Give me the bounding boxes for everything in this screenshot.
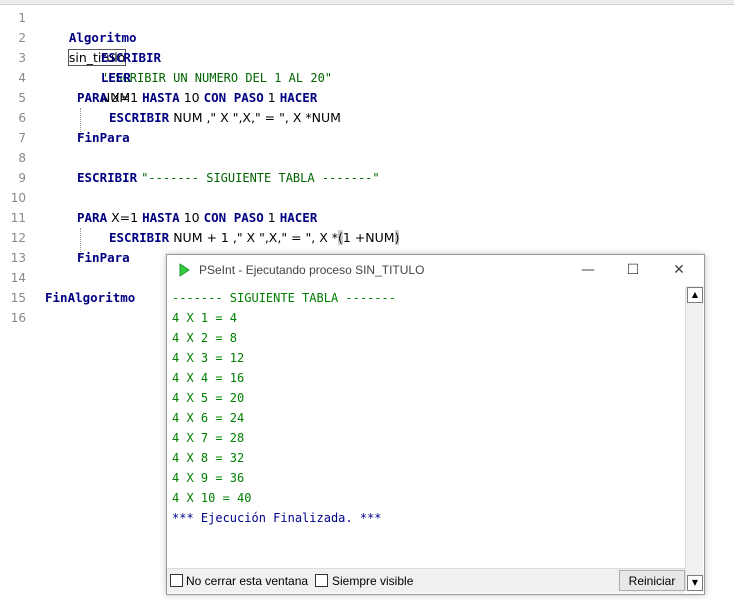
- output-line: 4 X 7 = 28: [172, 431, 245, 445]
- execution-finished-message: *** Ejecución Finalizada. ***: [172, 511, 382, 525]
- line-number: 1: [18, 11, 26, 25]
- line-number: 9: [18, 171, 26, 185]
- code-line-12[interactable]: 12 ESCRIBIR NUM + 1 ," X ",X," = ", X *(…: [0, 228, 734, 248]
- code-line-5[interactable]: 5 PARA X=1 HASTA 10 CON PASO 1 HACER: [0, 88, 734, 108]
- siempre-visible-label[interactable]: Siempre visible: [332, 569, 413, 593]
- output-line: 4 X 3 = 12: [172, 351, 245, 365]
- number: 1: [130, 90, 139, 105]
- number: 10: [183, 210, 200, 225]
- output-line: 4 X 10 = 40: [172, 491, 252, 505]
- string-literal: "------- SIGUIENTE TABLA -------": [141, 171, 380, 185]
- line-number: 15: [10, 291, 26, 305]
- code-line-2[interactable]: 2 ESCRIBIR "ESCRIBIR UN NUMERO DEL 1 AL …: [0, 28, 734, 85]
- reiniciar-button[interactable]: Reiniciar: [619, 570, 685, 591]
- keyword-para: PARA: [77, 90, 108, 105]
- line-number: 10: [10, 191, 26, 205]
- keyword-para: PARA: [77, 210, 108, 225]
- keyword-escribir: ESCRIBIR: [109, 110, 170, 125]
- code-line-6[interactable]: 6 ESCRIBIR NUM ," X ",X," = ", X *NUM: [0, 108, 734, 128]
- number: 10: [183, 90, 200, 105]
- code-line-11[interactable]: 11 PARA X=1 HASTA 10 CON PASO 1 HACER: [0, 208, 734, 228]
- code-line-4[interactable]: 4: [0, 68, 734, 88]
- output-line: 4 X 8 = 32: [172, 451, 245, 465]
- output-line: 4 X 9 = 36: [172, 471, 245, 485]
- expression: ," X ",X," = ", X *: [228, 230, 338, 245]
- keyword-con-paso: CON PASO: [203, 210, 264, 225]
- expression: NUM ," X ",X," = ", X *NUM: [173, 110, 341, 125]
- output-console[interactable]: ------- SIGUIENTE TABLA ------- 4 X 1 = …: [169, 286, 684, 568]
- number: 1: [130, 210, 139, 225]
- number: 1: [267, 210, 276, 225]
- number: 1: [267, 90, 276, 105]
- code-line-8[interactable]: 8: [0, 148, 734, 168]
- line-number: 8: [18, 151, 26, 165]
- execution-window[interactable]: PSeInt - Ejecutando proceso SIN_TITULO —…: [166, 254, 705, 595]
- keyword-escribir: ESCRIBIR: [109, 230, 170, 245]
- line-number: 7: [18, 131, 26, 145]
- line-number: 4: [18, 71, 26, 85]
- scroll-down-button[interactable]: ▼: [687, 575, 703, 591]
- window-options-bar: No cerrar esta ventana Siempre visible R…: [167, 568, 685, 593]
- line-number: 16: [10, 311, 26, 325]
- scroll-up-button[interactable]: ▲: [687, 287, 703, 303]
- paren-match-close: ): [394, 230, 400, 245]
- code-line-10[interactable]: 10: [0, 188, 734, 208]
- expression: NUM +: [173, 230, 221, 245]
- line-number: 6: [18, 111, 26, 125]
- window-titlebar[interactable]: PSeInt - Ejecutando proceso SIN_TITULO —…: [167, 255, 704, 285]
- code-line-7[interactable]: 7 FinPara: [0, 128, 734, 148]
- keyword-hasta: HASTA: [142, 210, 180, 225]
- line-number: 5: [18, 91, 26, 105]
- expression: +NUM: [350, 230, 395, 245]
- keyword-finpara: FinPara: [77, 250, 130, 265]
- output-line: 4 X 6 = 24: [172, 411, 245, 425]
- line-number: 14: [10, 271, 26, 285]
- line-number: 13: [10, 251, 26, 265]
- keyword-finpara: FinPara: [77, 130, 130, 145]
- close-button[interactable]: ✕: [656, 255, 702, 285]
- vertical-scrollbar[interactable]: ▲ ▼: [685, 286, 703, 591]
- keyword-finalgoritmo: FinAlgoritmo: [45, 290, 136, 305]
- window-title: PSeInt - Ejecutando proceso SIN_TITULO: [199, 263, 425, 277]
- code-line-1[interactable]: 1 Algoritmo sin_titulo: [0, 8, 734, 66]
- line-number: 11: [10, 211, 26, 225]
- line-number: 3: [18, 51, 26, 65]
- variable: X=: [111, 90, 131, 105]
- keyword-hacer: HACER: [279, 90, 318, 105]
- output-line: 4 X 2 = 8: [172, 331, 238, 345]
- no-cerrar-checkbox[interactable]: [170, 574, 183, 587]
- output-line: 4 X 1 = 4: [172, 311, 238, 325]
- output-line: 4 X 4 = 16: [172, 371, 245, 385]
- keyword-escribir: ESCRIBIR: [77, 170, 138, 185]
- maximize-button[interactable]: ☐: [610, 255, 656, 285]
- minimize-button[interactable]: —: [565, 255, 611, 285]
- pseint-play-icon: [179, 263, 190, 277]
- number: 1: [342, 230, 351, 245]
- code-line-9[interactable]: 9 ESCRIBIR "------- SIGUIENTE TABLA ----…: [0, 168, 734, 188]
- line-number: 12: [10, 231, 26, 245]
- no-cerrar-label[interactable]: No cerrar esta ventana: [186, 569, 308, 593]
- number: 1: [220, 230, 229, 245]
- siempre-visible-checkbox[interactable]: [315, 574, 328, 587]
- keyword-con-paso: CON PASO: [203, 90, 264, 105]
- code-line-3[interactable]: 3 LEER NUM: [0, 48, 734, 105]
- keyword-hacer: HACER: [279, 210, 318, 225]
- output-line: 4 X 5 = 20: [172, 391, 245, 405]
- variable: X=: [111, 210, 131, 225]
- output-line: ------- SIGUIENTE TABLA -------: [172, 291, 396, 305]
- keyword-hasta: HASTA: [142, 90, 180, 105]
- line-number: 2: [18, 31, 26, 45]
